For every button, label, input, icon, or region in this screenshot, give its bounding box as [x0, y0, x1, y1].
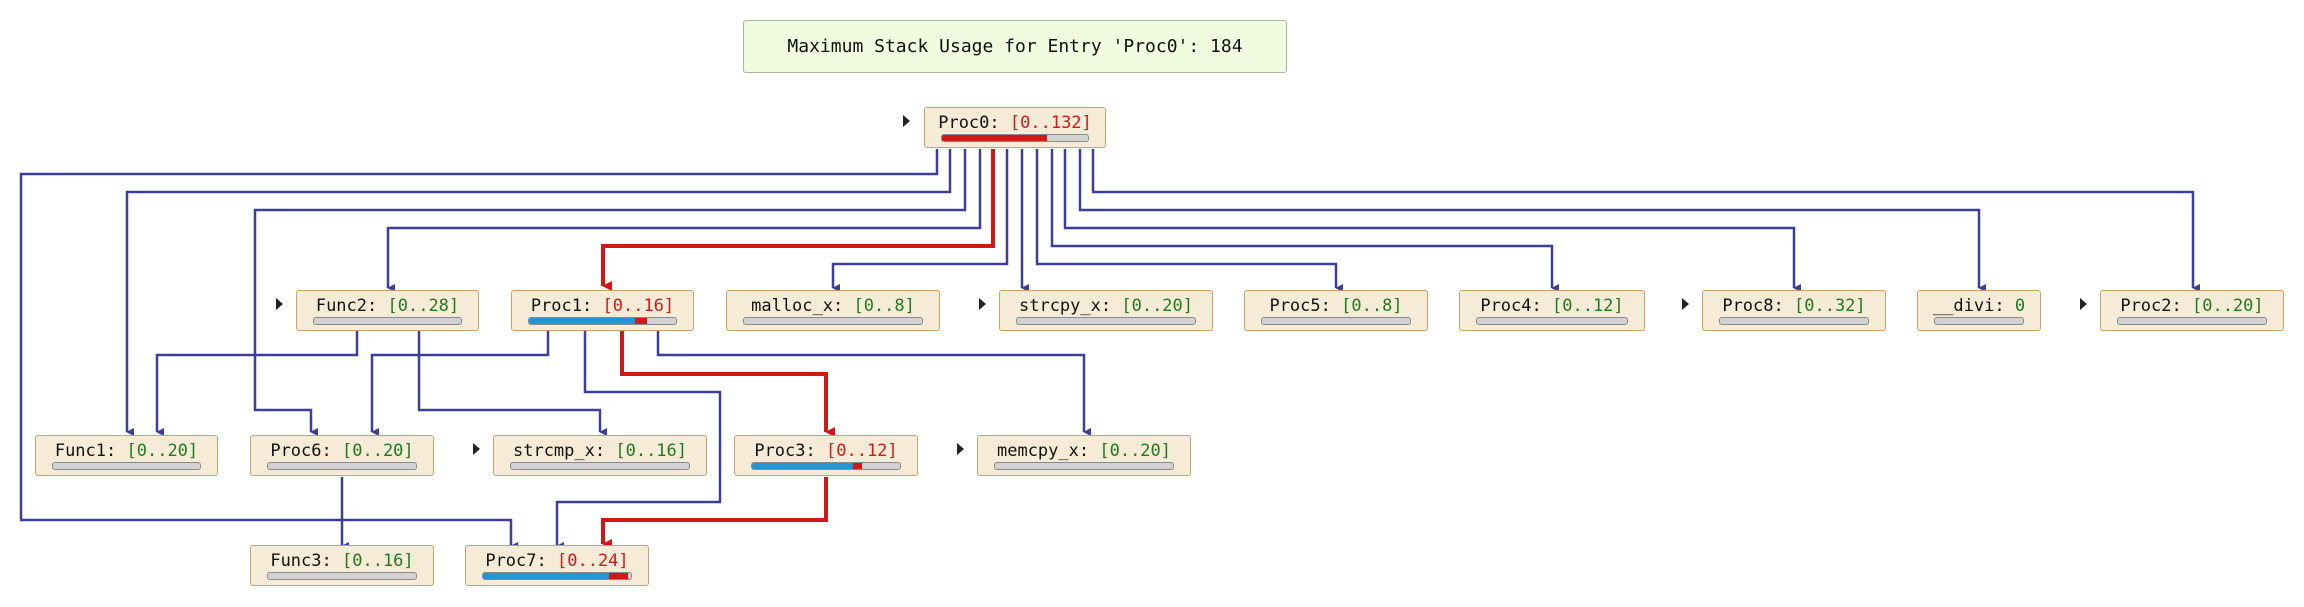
node-range: [0..20] — [1121, 296, 1194, 316]
node-range: [0..16] — [342, 551, 414, 571]
stack-usage-bar — [482, 572, 632, 580]
stack-usage-bar — [313, 317, 462, 325]
node-range: [0..24] — [557, 551, 629, 571]
node-proc2[interactable]: Proc2: [0..20] — [2100, 290, 2284, 331]
edge-critical-proc0-proc1 — [601, 149, 995, 291]
edge-proc0-func2 — [386, 149, 982, 292]
edge-proc0-proc8 — [1063, 149, 1801, 292]
expand-func2-icon[interactable] — [276, 298, 283, 310]
edge-func2-strcmp — [417, 331, 607, 436]
node-strcpy-x[interactable]: strcpy_x: [0..20] — [999, 290, 1213, 331]
node-name: Func1: — [54, 441, 117, 461]
edge-proc0-proc2 — [1091, 149, 2200, 292]
banner-text: Maximum Stack Usage for Entry 'Proc0': 1… — [787, 36, 1243, 57]
edge-proc1-memcpy — [656, 331, 1091, 436]
stack-usage-bar — [751, 462, 901, 470]
stack-usage-bar — [1476, 317, 1628, 325]
node-malloc-x[interactable]: malloc_x: [0..8] — [726, 290, 940, 331]
node-proc1[interactable]: Proc1: [0..16] — [511, 290, 694, 331]
edge-proc0-divi — [1078, 149, 1986, 292]
stack-usage-bar — [743, 317, 923, 325]
node-proc8[interactable]: Proc8: [0..32] — [1702, 290, 1886, 331]
node-name: strcpy_x: — [1018, 296, 1112, 316]
node-name: __divi: — [1932, 296, 2005, 316]
stack-usage-bar — [267, 572, 417, 580]
node-divi[interactable]: __divi: 0 — [1917, 290, 2041, 331]
node-memcpy-x[interactable]: memcpy_x: [0..20] — [977, 435, 1191, 476]
node-name: strcmp_x: — [512, 441, 606, 461]
edge-proc0-proc5 — [1035, 149, 1343, 292]
edge-critical-proc3-proc7 — [601, 477, 828, 549]
expand-strcpy-x-icon[interactable] — [979, 298, 986, 310]
node-range: [0..28] — [387, 296, 460, 316]
stack-usage-bar — [528, 317, 677, 325]
node-name: Proc5: — [1269, 296, 1331, 316]
node-range: [0..20] — [2192, 296, 2264, 316]
expand-memcpy-x-icon[interactable] — [957, 443, 964, 455]
node-range: [0..20] — [342, 441, 414, 461]
edge-critical-proc1-proc3 — [620, 331, 835, 437]
usage-fill-red — [852, 463, 862, 469]
node-name: Proc6: — [270, 441, 332, 461]
stack-usage-bar — [510, 462, 690, 470]
node-proc5[interactable]: Proc5: [0..8] — [1244, 290, 1428, 331]
stack-usage-bar — [941, 134, 1089, 142]
expand-strcmp-x-icon[interactable] — [473, 443, 480, 455]
usage-fill-red — [634, 318, 647, 324]
node-name: Func3: — [270, 551, 332, 571]
edge-proc0-proc7 — [19, 149, 939, 550]
node-range: [0..8] — [853, 296, 915, 316]
node-range: [0..20] — [126, 441, 199, 461]
node-proc4[interactable]: Proc4: [0..12] — [1459, 290, 1645, 331]
node-range: [0..12] — [826, 441, 898, 461]
stack-usage-bar — [2117, 317, 2267, 325]
edge-func2-func1 — [155, 331, 359, 436]
stack-usage-bar — [1016, 317, 1196, 325]
node-name: Proc3: — [754, 441, 816, 461]
usage-fill-red — [942, 135, 1048, 141]
node-func2[interactable]: Func2: [0..28] — [296, 290, 479, 331]
node-proc7[interactable]: Proc7: [0..24] — [465, 545, 649, 586]
edge-proc0-proc4 — [1050, 149, 1559, 292]
node-proc6[interactable]: Proc6: [0..20] — [250, 435, 434, 476]
node-range: [0..20] — [1099, 441, 1172, 461]
max-stack-usage-banner: Maximum Stack Usage for Entry 'Proc0': 1… — [743, 20, 1287, 73]
node-name: memcpy_x: — [996, 441, 1090, 461]
node-range: [0..8] — [1341, 296, 1403, 316]
node-proc3[interactable]: Proc3: [0..12] — [734, 435, 918, 476]
node-range: [0..16] — [615, 441, 688, 461]
node-name: Proc4: — [1480, 296, 1542, 316]
node-func1[interactable]: Func1: [0..20] — [35, 435, 218, 476]
expand-proc2-icon[interactable] — [2080, 298, 2087, 310]
stack-usage-bar — [1261, 317, 1411, 325]
node-range: [0..132] — [1009, 113, 1092, 133]
stack-usage-bar — [52, 462, 201, 470]
node-name: Proc8: — [1722, 296, 1784, 316]
node-range: 0 — [2014, 296, 2026, 316]
usage-fill-blue — [483, 573, 609, 579]
usage-fill-blue — [752, 463, 853, 469]
node-name: Proc2: — [2120, 296, 2182, 316]
expand-proc0-icon[interactable] — [903, 115, 910, 127]
node-name: malloc_x: — [751, 296, 844, 316]
node-range: [0..12] — [1552, 296, 1624, 316]
node-name: Proc7: — [485, 551, 547, 571]
edge-proc1-proc6 — [370, 331, 550, 436]
usage-fill-red — [608, 573, 629, 579]
usage-fill-blue — [529, 318, 635, 324]
stack-usage-bar — [267, 462, 417, 470]
node-range: [0..32] — [1794, 296, 1866, 316]
node-name: Proc1: — [530, 296, 593, 316]
expand-proc8-icon[interactable] — [1682, 298, 1689, 310]
node-func3[interactable]: Func3: [0..16] — [250, 545, 434, 586]
node-strcmp-x[interactable]: strcmp_x: [0..16] — [493, 435, 707, 476]
node-name: Func2: — [315, 296, 378, 316]
node-proc0[interactable]: Proc0: [0..132] — [924, 107, 1106, 148]
stack-usage-bar — [1934, 317, 2024, 325]
node-range: [0..16] — [602, 296, 675, 316]
stack-usage-bar — [994, 462, 1174, 470]
stack-usage-bar — [1719, 317, 1869, 325]
node-name: Proc0: — [938, 113, 1000, 133]
